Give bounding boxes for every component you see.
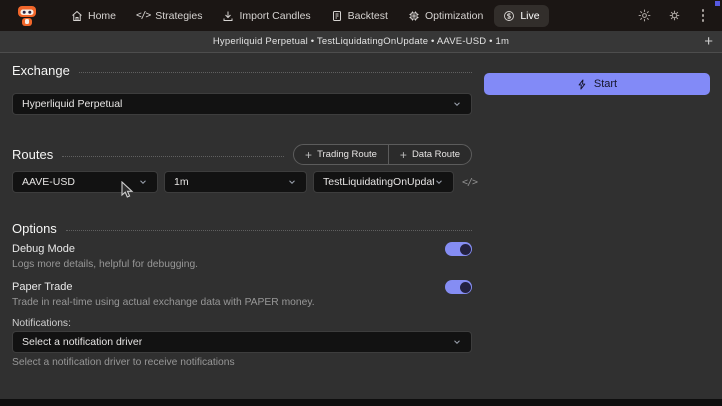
data-route-label: Data Route xyxy=(412,149,460,160)
plus-icon: + xyxy=(305,148,312,162)
nav-item-optimization[interactable]: Optimization xyxy=(399,5,492,27)
dollar-circle-icon xyxy=(503,10,515,22)
chevron-down-icon xyxy=(452,337,462,347)
routes-section-header: Routes + Trading Route + Data Route xyxy=(12,144,472,165)
exchange-selected-value: Hyperliquid Perpetual xyxy=(22,98,122,110)
start-button[interactable]: Start xyxy=(484,73,710,95)
form-column: Exchange Hyperliquid Perpetual Routes + … xyxy=(12,54,472,399)
notifications-label: Notifications: xyxy=(12,318,71,329)
nav-item-home[interactable]: Home xyxy=(62,5,125,27)
bottom-edge-bar xyxy=(0,399,722,406)
debug-mode-row: Debug Mode xyxy=(12,242,472,256)
app-logo[interactable] xyxy=(12,3,42,29)
route-strategy-value: TestLiquidatingOnUpdate xyxy=(323,176,434,188)
plus-icon: + xyxy=(400,148,407,162)
report-icon xyxy=(331,10,343,22)
gear-icon xyxy=(668,9,681,22)
exchange-section-header: Exchange xyxy=(12,63,472,78)
add-trading-route-button[interactable]: + Trading Route xyxy=(294,145,388,164)
paper-trade-row: Paper Trade xyxy=(12,280,472,294)
paper-trade-label: Paper Trade xyxy=(12,281,73,293)
download-icon xyxy=(222,10,234,22)
nav-label-strategies: Strategies xyxy=(155,10,202,22)
toggle-knob xyxy=(460,244,471,255)
nav-item-strategies[interactable]: </> Strategies xyxy=(127,5,211,27)
lightning-bolt-icon xyxy=(577,79,588,90)
options-heading: Options xyxy=(12,221,57,236)
nav-item-live[interactable]: Live xyxy=(494,5,548,27)
route-timeframe-value: 1m xyxy=(174,176,189,188)
toggle-knob xyxy=(460,282,471,293)
route-symbol-select[interactable]: AAVE-USD xyxy=(12,171,158,193)
options-section-header: Options xyxy=(12,221,472,236)
home-icon xyxy=(71,10,83,22)
chevron-down-icon xyxy=(138,177,148,187)
nav-right-actions xyxy=(638,7,711,24)
nav-item-backtest[interactable]: Backtest xyxy=(322,5,397,27)
view-strategy-code-button[interactable]: </> xyxy=(460,177,477,188)
chip-icon xyxy=(408,10,420,22)
paper-trade-toggle[interactable] xyxy=(445,280,472,294)
debug-mode-description: Logs more details, helpful for debugging… xyxy=(12,259,198,270)
top-navbar: Home </> Strategies Import Candles Backt… xyxy=(0,0,722,31)
nav-label-live: Live xyxy=(520,10,539,22)
notifications-help-text: Select a notification driver to receive … xyxy=(12,357,235,368)
notification-driver-value: Select a notification driver xyxy=(22,336,142,348)
route-symbol-value: AAVE-USD xyxy=(22,176,75,188)
more-menu-button[interactable] xyxy=(698,7,709,24)
chevron-down-icon xyxy=(452,99,462,109)
nav-label-backtest: Backtest xyxy=(348,10,388,22)
chevron-down-icon xyxy=(434,177,444,187)
exchange-select[interactable]: Hyperliquid Perpetual xyxy=(12,93,472,115)
nav-item-import-candles[interactable]: Import Candles xyxy=(213,5,319,27)
paper-trade-description: Trade in real-time using actual exchange… xyxy=(12,297,315,308)
nav-label-optimization: Optimization xyxy=(425,10,483,22)
dotted-divider xyxy=(66,230,472,231)
session-tab[interactable]: Hyperliquid Perpetual • TestLiquidatingO… xyxy=(213,36,509,47)
sun-icon xyxy=(638,9,651,22)
exchange-heading: Exchange xyxy=(12,63,70,78)
main-content: Exchange Hyperliquid Perpetual Routes + … xyxy=(0,54,722,399)
route-row: AAVE-USD 1m TestLiquidatingOnUpdate </> xyxy=(12,171,484,193)
nav-label-import-candles: Import Candles xyxy=(239,10,310,22)
routes-heading: Routes xyxy=(12,147,53,162)
start-button-label: Start xyxy=(594,78,617,90)
dotted-divider xyxy=(79,72,472,73)
notification-driver-select[interactable]: Select a notification driver xyxy=(12,331,472,353)
chevron-down-icon xyxy=(287,177,297,187)
corner-indicator-dot xyxy=(715,1,720,6)
settings-button[interactable] xyxy=(668,9,681,22)
code-icon: </> xyxy=(136,10,150,21)
dotted-divider xyxy=(62,156,284,157)
theme-toggle-button[interactable] xyxy=(638,9,651,22)
add-data-route-button[interactable]: + Data Route xyxy=(388,145,471,164)
route-buttons-group: + Trading Route + Data Route xyxy=(293,144,472,165)
trading-route-label: Trading Route xyxy=(317,149,377,160)
session-tabbar: Hyperliquid Perpetual • TestLiquidatingO… xyxy=(0,31,722,53)
debug-mode-label: Debug Mode xyxy=(12,243,75,255)
route-timeframe-select[interactable]: 1m xyxy=(164,171,307,193)
route-strategy-select[interactable]: TestLiquidatingOnUpdate xyxy=(313,171,454,193)
add-session-button[interactable]: + xyxy=(704,32,713,52)
nav-label-home: Home xyxy=(88,10,116,22)
debug-mode-toggle[interactable] xyxy=(445,242,472,256)
robot-logo-icon xyxy=(15,4,39,28)
